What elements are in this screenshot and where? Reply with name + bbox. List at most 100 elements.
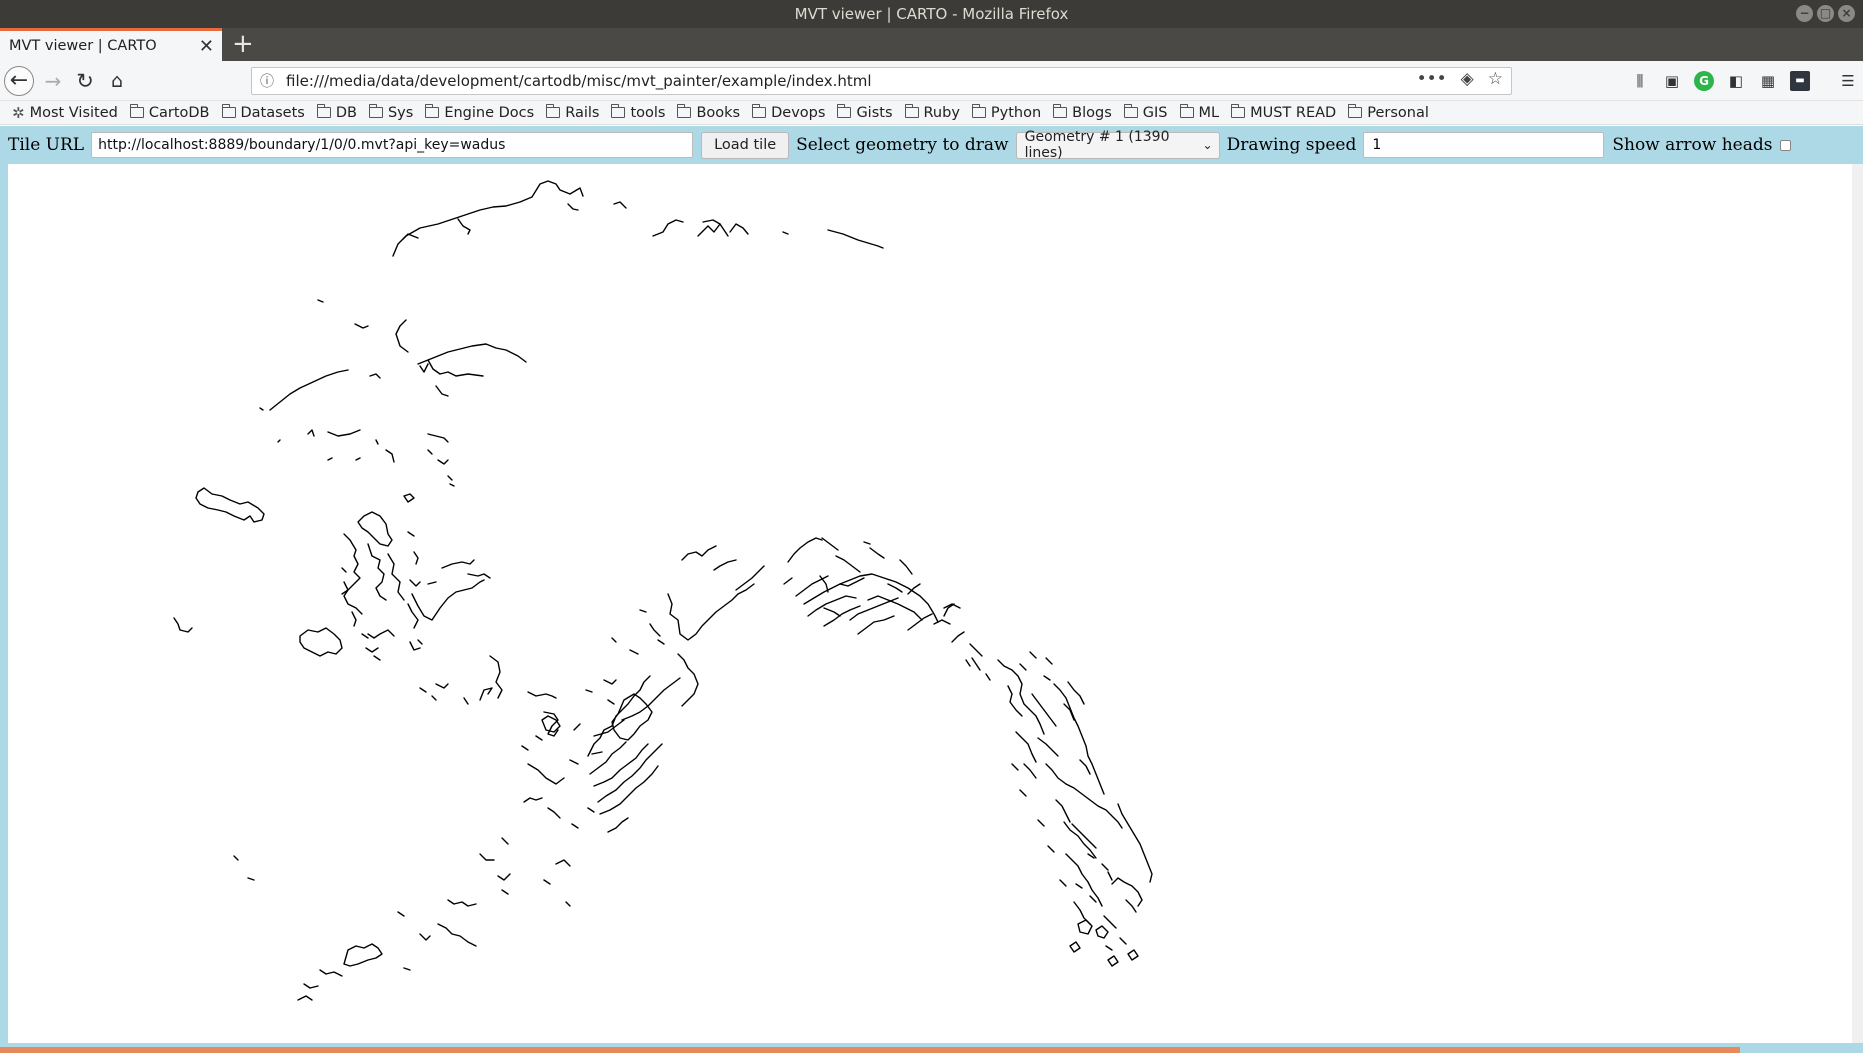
coastline-path	[607, 699, 615, 705]
menu-icon[interactable]: ☰	[1838, 71, 1858, 91]
drawing-speed-input[interactable]	[1363, 132, 1605, 158]
coastline-path	[411, 579, 485, 621]
coastline-path	[782, 231, 789, 235]
pocket-save-icon[interactable]: ▣	[1662, 71, 1682, 91]
coastline-path	[591, 751, 603, 755]
bookmark-most-visited[interactable]: ✲ Most Visited	[12, 104, 118, 122]
arrow-heads-checkbox[interactable]	[1780, 139, 1792, 151]
library-icon[interactable]: ⫼	[1630, 71, 1650, 91]
coastline-path	[1103, 915, 1117, 929]
coastline-path	[343, 533, 363, 615]
coastline-path	[427, 449, 433, 455]
reload-button[interactable]: ↻	[70, 66, 100, 96]
bookmark-folder[interactable]: Books	[677, 104, 741, 121]
tile-url-input[interactable]	[91, 132, 694, 158]
bookmark-folder[interactable]: Sys	[368, 104, 413, 121]
load-tile-button[interactable]: Load tile	[701, 131, 790, 159]
coastline-path	[527, 763, 565, 785]
dark-extension-icon[interactable]: ▬	[1790, 71, 1810, 91]
window-controls: − □ ×	[1796, 5, 1855, 22]
coastline-path	[649, 623, 661, 637]
arrow-heads-label: Show arrow heads	[1612, 135, 1773, 155]
folder-icon	[752, 104, 767, 118]
folder-icon	[1123, 104, 1138, 118]
bookmark-folder[interactable]: Python	[971, 104, 1041, 121]
coastline-path	[1023, 763, 1037, 779]
bookmark-star-icon[interactable]: ☆	[1488, 69, 1503, 89]
drawing-canvas[interactable]	[8, 164, 1852, 1043]
bookmark-folder[interactable]: Rails	[546, 104, 599, 121]
sidebar-icon[interactable]: ◧	[1726, 71, 1746, 91]
controls-bar: Tile URL Load tile Select geometry to dr…	[0, 126, 1852, 164]
geometry-select[interactable]: Geometry # 1 (1390 lines) ⌄	[1015, 129, 1220, 161]
tab-close-icon[interactable]: ✕	[199, 36, 214, 57]
coastline-path	[613, 201, 627, 209]
forward-button[interactable]: →	[38, 66, 68, 96]
coastline-path	[869, 547, 885, 559]
bookmark-folder[interactable]: MUST READ	[1231, 104, 1336, 121]
bookmark-folder[interactable]: DB	[316, 104, 357, 121]
coastline-path	[351, 611, 357, 627]
horizontal-scroll-indicator[interactable]	[0, 1047, 1740, 1053]
bookmark-folder[interactable]: ML	[1179, 104, 1220, 121]
coastline-path	[587, 807, 595, 813]
coastline-path	[341, 567, 347, 573]
page-info-icon[interactable]: ⓘ	[252, 71, 282, 91]
geometry-drawing	[173, 180, 1153, 1001]
coastline-path	[327, 429, 361, 437]
bookmark-label: Ruby	[923, 104, 960, 121]
grammarly-icon[interactable]: G	[1694, 71, 1714, 91]
extensions-icon[interactable]: ▦	[1758, 71, 1778, 91]
coastline-path	[629, 649, 639, 655]
bookmarks-toolbar: ✲ Most Visited CartoDB Datasets DB Sys E…	[0, 101, 1863, 125]
coastline-path	[1031, 693, 1057, 727]
url-actions: ••• ◈ ☆	[1417, 69, 1503, 89]
bookmark-folder[interactable]: Blogs	[1053, 104, 1112, 121]
tab-strip: MVT viewer | CARTO ✕ +	[0, 28, 1863, 61]
bookmark-folder[interactable]: CartoDB	[129, 104, 210, 121]
coastline-path	[269, 369, 349, 411]
url-text[interactable]: file:///media/data/development/cartodb/m…	[282, 72, 872, 90]
pocket-icon[interactable]: ◈	[1461, 69, 1474, 89]
coastline-path	[419, 363, 429, 373]
tile-url-label: Tile URL	[8, 135, 85, 155]
bookmark-folder[interactable]: Devops	[752, 104, 825, 121]
bookmark-folder[interactable]: GIS	[1123, 104, 1168, 121]
coastline-path	[697, 223, 729, 237]
close-window-button[interactable]: ×	[1838, 5, 1855, 22]
coastline-path	[479, 687, 493, 701]
bookmark-folder[interactable]: Ruby	[904, 104, 960, 121]
coastline-path	[365, 647, 379, 653]
tab-mvt-viewer[interactable]: MVT viewer | CARTO ✕	[0, 28, 222, 61]
coastline-path	[409, 579, 421, 587]
bookmark-label: ML	[1198, 104, 1220, 121]
bookmark-label: Books	[696, 104, 741, 121]
coastline-path	[501, 837, 509, 845]
home-button[interactable]: ⌂	[102, 66, 132, 96]
vertical-scrollbar[interactable]	[1852, 164, 1863, 1043]
new-tab-button[interactable]: +	[232, 29, 254, 59]
coastline-path	[1089, 895, 1097, 903]
address-bar[interactable]: ⓘ file:///media/data/development/cartodb…	[251, 67, 1512, 95]
bookmark-folder[interactable]: tools	[611, 104, 665, 121]
bookmark-label: Blogs	[1072, 104, 1112, 121]
bookmark-folder[interactable]: Engine Docs	[425, 104, 535, 121]
coastline-path	[965, 659, 971, 667]
back-button[interactable]: ←	[4, 66, 34, 96]
coastline-path	[435, 683, 449, 689]
page-actions-icon[interactable]: •••	[1417, 69, 1447, 89]
coastline-path	[899, 559, 913, 575]
coastline-path	[403, 967, 411, 971]
bookmark-folder[interactable]: Datasets	[221, 104, 305, 121]
bookmark-folder[interactable]: Personal	[1348, 104, 1429, 121]
bookmark-folder[interactable]: Gists	[837, 104, 893, 121]
coastline-path	[407, 531, 415, 537]
window-titlebar: MVT viewer | CARTO - Mozilla Firefox − □…	[0, 0, 1863, 28]
coastline-path	[667, 583, 755, 641]
folder-icon	[837, 104, 852, 118]
bookmark-label: Engine Docs	[444, 104, 535, 121]
coastline-path	[392, 180, 584, 257]
maximize-button[interactable]: □	[1817, 5, 1834, 22]
minimize-button[interactable]: −	[1796, 5, 1813, 22]
coastline-path	[1101, 863, 1109, 871]
